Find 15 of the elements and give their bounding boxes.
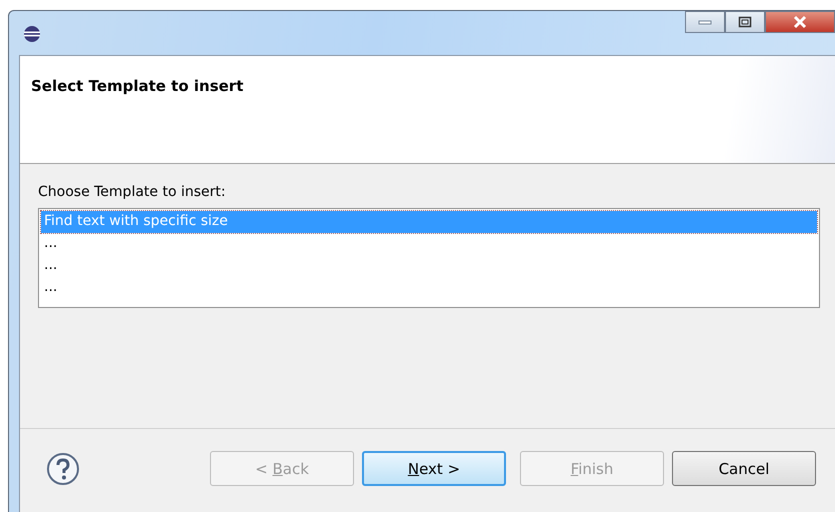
list-item[interactable]: ... — [41, 233, 817, 255]
close-button[interactable] — [765, 11, 835, 33]
list-item[interactable]: ... — [41, 255, 817, 277]
page-title: Select Template to insert — [31, 77, 244, 95]
close-icon — [792, 15, 808, 29]
maximize-button[interactable] — [725, 11, 765, 33]
list-label: Choose Template to insert: — [38, 184, 227, 200]
help-icon[interactable] — [46, 452, 80, 486]
maximize-icon — [738, 16, 752, 28]
dialog-button[interactable]: Cancel — [672, 451, 816, 486]
eclipse-logo-icon — [23, 25, 41, 43]
list-item[interactable]: ... — [41, 277, 817, 299]
minimize-icon — [698, 19, 712, 25]
minimize-button[interactable] — [685, 11, 725, 33]
dialog-button[interactable]: Next > — [362, 451, 506, 486]
